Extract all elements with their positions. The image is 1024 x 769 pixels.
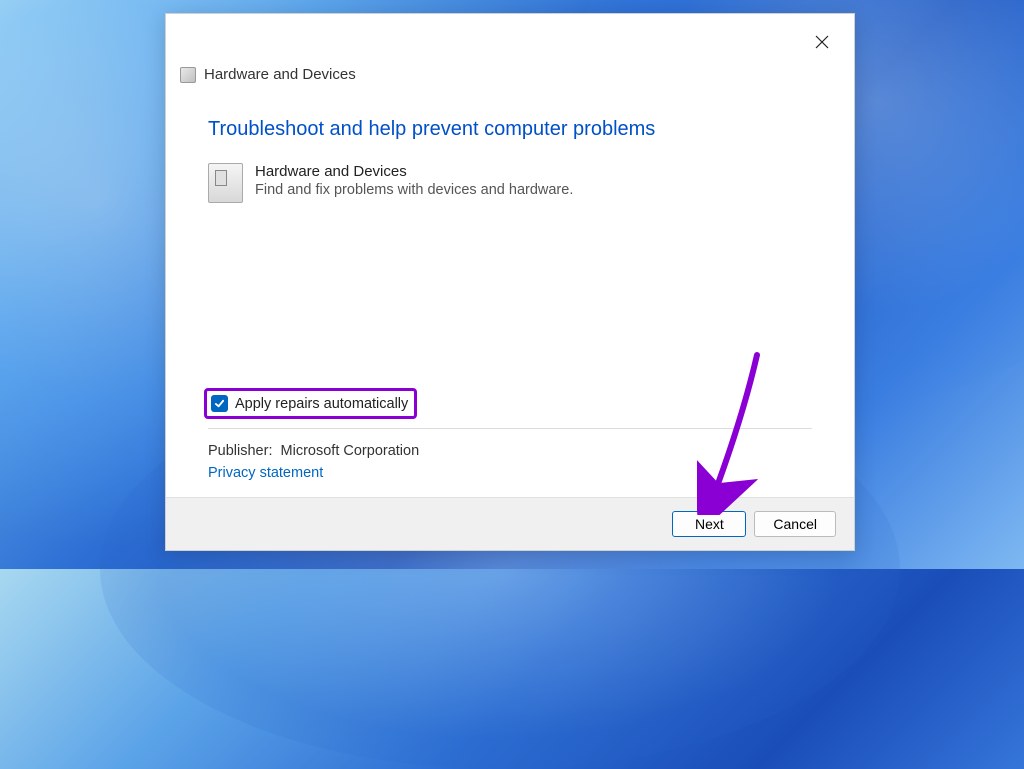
cancel-button[interactable]: Cancel [754,511,836,537]
checkbox-label: Apply repairs automatically [235,396,408,412]
device-description: Find and fix problems with devices and h… [255,182,573,198]
dialog-title: Hardware and Devices [204,66,356,83]
device-section: Hardware and Devices Find and fix proble… [208,163,812,203]
device-title: Hardware and Devices [255,163,573,180]
close-button[interactable] [812,32,832,52]
publisher-label: Publisher: [208,443,272,459]
dialog-header: Hardware and Devices [166,14,854,83]
spacer [208,223,812,388]
publisher-value: Microsoft Corporation [281,443,420,459]
divider [208,428,812,429]
device-text: Hardware and Devices Find and fix proble… [255,163,573,203]
apply-repairs-checkbox[interactable] [211,395,228,412]
dialog-content: Troubleshoot and help prevent computer p… [166,83,854,497]
hardware-icon [180,67,196,83]
privacy-statement-link[interactable]: Privacy statement [208,465,812,481]
close-icon [815,35,829,49]
next-button[interactable]: Next [672,511,746,537]
apply-repairs-checkbox-row[interactable]: Apply repairs automatically [204,388,417,419]
troubleshooter-dialog: Hardware and Devices Troubleshoot and he… [165,13,855,551]
device-icon [208,163,243,203]
main-heading: Troubleshoot and help prevent computer p… [208,118,812,141]
dialog-footer: Next Cancel [166,497,854,550]
publisher-row: Publisher: Microsoft Corporation [208,443,812,459]
checkmark-icon [214,398,225,409]
